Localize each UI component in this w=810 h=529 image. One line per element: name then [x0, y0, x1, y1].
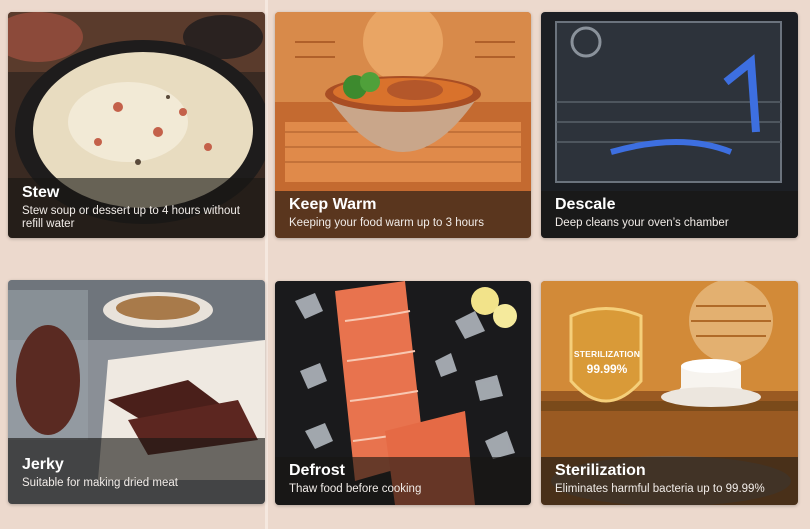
feature-description: Eliminates harmful bacteria up to 99.99% — [555, 483, 765, 495]
feature-description: Stew soup or dessert up to 4 hours witho… — [22, 205, 240, 230]
card-caption: Defrost Thaw food before cooking — [275, 457, 531, 505]
feature-description: Deep cleans your oven’s chamber — [555, 217, 729, 229]
sterilization-badge: STERILIZATION 99.99% — [571, 349, 643, 376]
feature-card-jerky[interactable]: Jerky Suitable for making dried meat — [8, 280, 265, 504]
feature-title: Stew — [22, 184, 60, 201]
feature-description: Keeping your food warm up to 3 hours — [289, 217, 484, 229]
card-caption: Stew Stew soup or dessert up to 4 hours … — [8, 178, 265, 238]
column-divider — [265, 0, 268, 529]
feature-card-descale[interactable]: Descale Deep cleans your oven’s chamber — [541, 12, 798, 238]
feature-card-stew[interactable]: Stew Stew soup or dessert up to 4 hours … — [8, 12, 265, 238]
feature-card-keep-warm[interactable]: Keep Warm Keeping your food warm up to 3… — [275, 12, 531, 238]
feature-title: Sterilization — [555, 462, 646, 479]
badge-percent: 99.99% — [586, 362, 628, 376]
feature-description: Suitable for making dried meat — [22, 477, 178, 489]
card-caption: Sterilization Eliminates harmful bacteri… — [541, 457, 798, 505]
feature-card-defrost[interactable]: Defrost Thaw food before cooking — [275, 281, 531, 505]
feature-title: Descale — [555, 196, 616, 213]
card-caption: Jerky Suitable for making dried meat — [8, 438, 265, 504]
card-caption: Keep Warm Keeping your food warm up to 3… — [275, 191, 531, 238]
feature-title: Keep Warm — [289, 196, 377, 213]
feature-description: Thaw food before cooking — [289, 483, 422, 495]
feature-card-sterilization[interactable]: STERILIZATION 99.99% Sterilization Elimi… — [541, 281, 798, 505]
badge-label: STERILIZATION — [573, 349, 641, 359]
feature-title: Defrost — [289, 462, 346, 479]
card-caption: Descale Deep cleans your oven’s chamber — [541, 191, 798, 238]
feature-title: Jerky — [22, 456, 64, 473]
